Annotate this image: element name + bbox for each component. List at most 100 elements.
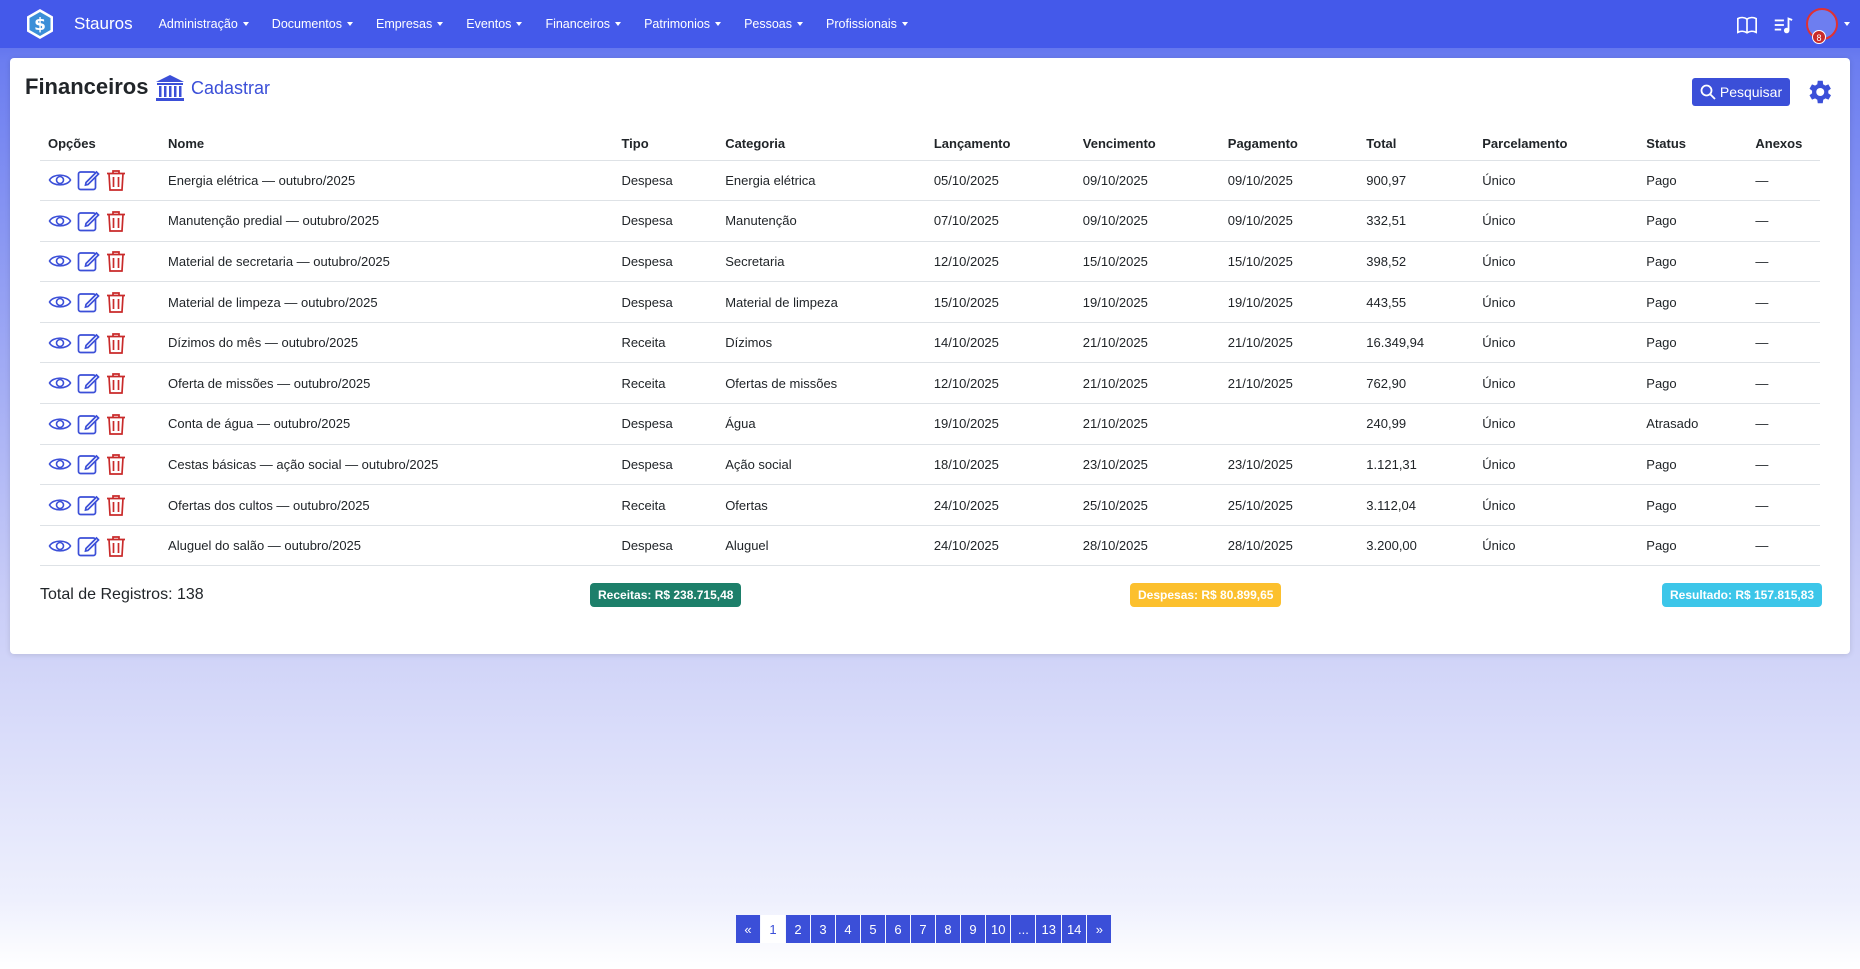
column-header: Lançamento bbox=[925, 128, 1075, 161]
page-link[interactable]: 14 bbox=[1061, 915, 1087, 943]
cell-anexos: — bbox=[1747, 160, 1820, 202]
chevron-down-icon bbox=[437, 22, 444, 26]
table-row[interactable]: Ofertas dos cultos — outubro/2025 Receita… bbox=[40, 484, 1820, 526]
view-icon[interactable] bbox=[48, 452, 72, 476]
nav-menu-item[interactable]: Financeiros bbox=[545, 17, 622, 31]
page-link[interactable]: 5 bbox=[861, 915, 885, 943]
cell-total: 16.349,94 bbox=[1358, 322, 1475, 364]
user-menu[interactable]: 8 bbox=[1806, 8, 1850, 44]
view-icon[interactable] bbox=[48, 331, 72, 355]
page-link[interactable]: 9 bbox=[961, 915, 985, 943]
table-body: Energia elétrica — outubro/2025 Despesa En… bbox=[40, 160, 1820, 567]
cell-parcelamento: Único bbox=[1474, 525, 1639, 567]
edit-icon[interactable] bbox=[76, 290, 100, 314]
bank-icon[interactable] bbox=[155, 74, 185, 102]
page-link[interactable]: 13 bbox=[1036, 915, 1061, 943]
playlist-music-icon[interactable] bbox=[1772, 14, 1794, 36]
edit-icon[interactable] bbox=[76, 168, 100, 192]
page-link[interactable]: 3 bbox=[811, 915, 835, 943]
trash-icon[interactable] bbox=[104, 412, 128, 436]
view-icon[interactable] bbox=[48, 249, 72, 273]
edit-icon[interactable] bbox=[76, 412, 100, 436]
view-icon[interactable] bbox=[48, 209, 72, 233]
page-link[interactable]: 6 bbox=[886, 915, 910, 943]
cell-vencimento: 21/10/2025 bbox=[1074, 322, 1220, 364]
chevron-down-icon bbox=[901, 22, 908, 26]
table-row[interactable]: Aluguel do salão — outubro/2025 Despesa Al… bbox=[40, 525, 1820, 567]
main-menu: Administração Documentos Empresas Eventos Fi… bbox=[159, 17, 931, 31]
cell-categoria: Material de limpeza bbox=[717, 281, 926, 323]
page-link[interactable]: 10 bbox=[986, 915, 1011, 943]
page-link[interactable]: 1 bbox=[761, 915, 785, 943]
cell-vencimento: 25/10/2025 bbox=[1074, 484, 1220, 526]
trash-icon[interactable] bbox=[104, 331, 128, 355]
page-link[interactable]: 7 bbox=[911, 915, 935, 943]
nav-menu-item[interactable]: Pessoas bbox=[744, 17, 804, 31]
page-link[interactable]: 2 bbox=[786, 915, 810, 943]
view-icon[interactable] bbox=[48, 534, 72, 558]
page-link[interactable]: 4 bbox=[836, 915, 860, 943]
cadastrar-link[interactable]: Cadastrar bbox=[191, 78, 270, 99]
table-row[interactable]: Oferta de missões — outubro/2025 Receita O… bbox=[40, 362, 1820, 405]
trash-icon[interactable] bbox=[104, 290, 128, 314]
cell-vencimento: 09/10/2025 bbox=[1074, 200, 1220, 242]
edit-icon[interactable] bbox=[76, 249, 100, 273]
cell-categoria: Dízimos bbox=[717, 322, 926, 364]
chevron-down-icon bbox=[242, 22, 249, 26]
chevron-down-icon bbox=[715, 22, 722, 26]
pesquisar-button[interactable]: Pesquisar bbox=[1692, 78, 1790, 106]
view-icon[interactable] bbox=[48, 412, 72, 436]
trash-icon[interactable] bbox=[104, 209, 128, 233]
nav-menu-item[interactable]: Patrimonios bbox=[644, 17, 722, 31]
edit-icon[interactable] bbox=[76, 209, 100, 233]
brand[interactable]: $ Stauros bbox=[24, 8, 133, 40]
nav-menu-item[interactable]: Documentos bbox=[272, 17, 353, 31]
trash-icon[interactable] bbox=[104, 534, 128, 558]
financeiros-card: Financeiros Cadastrar Pesquisar Opções No… bbox=[10, 58, 1850, 654]
table-row[interactable]: Dízimos do mês — outubro/2025 Receita Dízi… bbox=[40, 322, 1820, 364]
cell-tipo: Receita bbox=[613, 362, 718, 405]
cell-nome: Cestas básicas — ação social — outubro/2… bbox=[160, 444, 614, 486]
view-icon[interactable] bbox=[48, 168, 72, 192]
cell-nome: Material de limpeza — outubro/2025 bbox=[160, 281, 614, 323]
edit-icon[interactable] bbox=[76, 331, 100, 355]
cell-categoria: Ofertas de missões bbox=[717, 362, 926, 405]
cell-lancamento: 24/10/2025 bbox=[925, 484, 1075, 526]
page-link[interactable]: « bbox=[736, 915, 760, 943]
page-link[interactable]: ... bbox=[1011, 915, 1036, 943]
table-row[interactable]: Manutenção predial — outubro/2025 Despesa… bbox=[40, 200, 1820, 242]
resultado-badge: Resultado: R$ 157.815,83 bbox=[1662, 583, 1823, 607]
cell-parcelamento: Único bbox=[1474, 160, 1639, 202]
view-icon[interactable] bbox=[48, 493, 72, 517]
table-row[interactable]: Cestas básicas — ação social — outubro/2… bbox=[40, 444, 1820, 486]
trash-icon[interactable] bbox=[104, 249, 128, 273]
edit-icon[interactable] bbox=[76, 493, 100, 517]
chevron-down-icon bbox=[797, 22, 804, 26]
table-row[interactable]: Material de limpeza — outubro/2025 Despes… bbox=[40, 281, 1820, 323]
page-link[interactable]: 8 bbox=[936, 915, 960, 943]
trash-icon[interactable] bbox=[104, 371, 128, 395]
nav-menu-item[interactable]: Profissionais bbox=[826, 17, 908, 31]
column-header: Anexos bbox=[1747, 128, 1820, 161]
trash-icon[interactable] bbox=[104, 452, 128, 476]
trash-icon[interactable] bbox=[104, 493, 128, 517]
cell-pagamento: 28/10/2025 bbox=[1219, 525, 1359, 567]
view-icon[interactable] bbox=[48, 371, 72, 395]
page-link[interactable]: » bbox=[1087, 915, 1112, 943]
view-icon[interactable] bbox=[48, 290, 72, 314]
nav-menu-item[interactable]: Empresas bbox=[376, 17, 444, 31]
chevron-down-icon bbox=[516, 22, 523, 26]
trash-icon[interactable] bbox=[104, 168, 128, 192]
table-row[interactable]: Conta de água — outubro/2025 Despesa Água 1… bbox=[40, 403, 1820, 445]
table-row[interactable]: Material de secretaria — outubro/2025 Des… bbox=[40, 241, 1820, 283]
book-icon[interactable] bbox=[1736, 14, 1758, 36]
cell-categoria: Secretaria bbox=[717, 241, 926, 283]
edit-icon[interactable] bbox=[76, 534, 100, 558]
cell-vencimento: 19/10/2025 bbox=[1074, 281, 1220, 323]
gear-icon[interactable] bbox=[1804, 77, 1834, 107]
edit-icon[interactable] bbox=[76, 371, 100, 395]
table-row[interactable]: Energia elétrica — outubro/2025 Despesa En… bbox=[40, 160, 1820, 202]
edit-icon[interactable] bbox=[76, 452, 100, 476]
nav-menu-item[interactable]: Administração bbox=[159, 17, 249, 31]
nav-menu-item[interactable]: Eventos bbox=[466, 17, 523, 31]
